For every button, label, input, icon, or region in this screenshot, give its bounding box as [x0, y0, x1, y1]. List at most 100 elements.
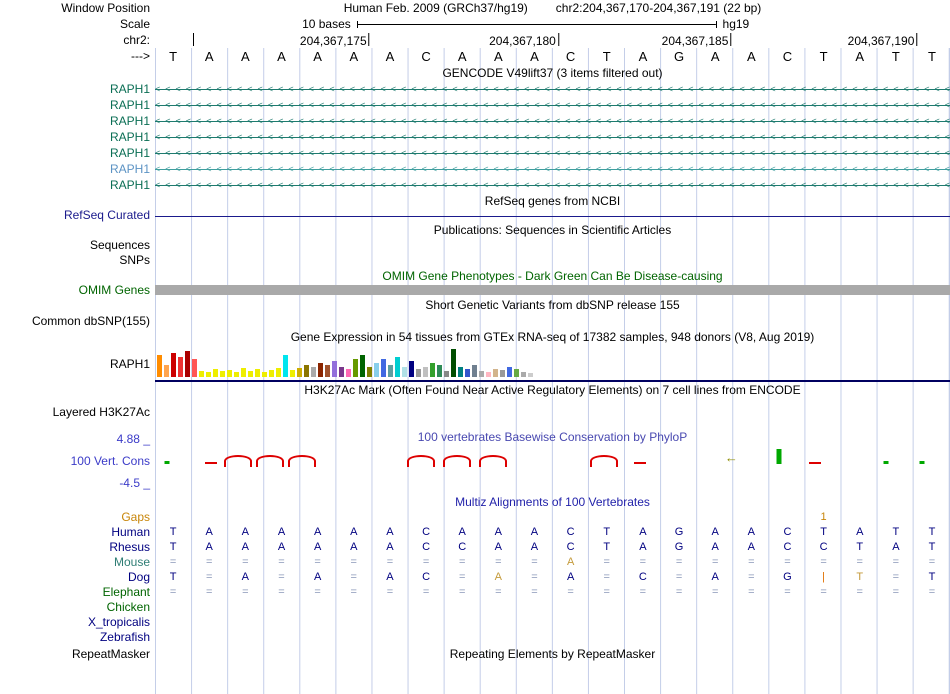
multiz-row-elephant[interactable]: Elephant = = = = = = = = = = = = = = = = = = = = = = — [0, 585, 950, 600]
ruler-row[interactable]: chr2: 204,367,175 204,367,180 204,367,185 2… — [0, 32, 950, 48]
multiz-row-mouse[interactable]: Mouse = = = = = = = = = = = A = = = = = = = = = = — [0, 555, 950, 570]
gencode-gene-track[interactable]: <<<<<<<<<<<<<<<<<<<<<<<<<<<<<<<<<<<<<<<<… — [155, 129, 950, 145]
h3k27ac-track[interactable] — [155, 398, 950, 430]
gtex-bar[interactable] — [472, 365, 477, 377]
snps-row[interactable]: SNPs — [0, 253, 950, 268]
gtex-bar[interactable] — [416, 369, 421, 377]
repeatmasker-label[interactable]: RepeatMasker — [0, 645, 155, 663]
gtex-bar[interactable] — [220, 371, 225, 377]
gtex-bar[interactable] — [248, 371, 253, 377]
gtex-bar[interactable] — [325, 365, 330, 377]
gencode-gene-row[interactable]: RAPH1 <<<<<<<<<<<<<<<<<<<<<<<<<<<<<<<<<<<… — [0, 129, 950, 145]
multiz-row-chicken[interactable]: Chicken — [0, 600, 950, 615]
gencode-gene-row[interactable]: RAPH1 <<<<<<<<<<<<<<<<<<<<<<<<<<<<<<<<<<<… — [0, 145, 950, 161]
conservation-track-label[interactable]: 100 Vert. Cons — [71, 454, 150, 468]
species-label[interactable]: Human — [0, 525, 155, 540]
snps-track[interactable] — [155, 253, 950, 268]
cons-marks[interactable]: ← — [155, 445, 950, 494]
species-label[interactable]: Rhesus — [0, 540, 155, 555]
common-dbsnp-row[interactable]: Common dbSNP(155) — [0, 313, 950, 329]
gencode-gene-track[interactable]: <<<<<<<<<<<<<<<<<<<<<<<<<<<<<<<<<<<<<<<<… — [155, 81, 950, 97]
gencode-gene-label[interactable]: RAPH1 — [0, 177, 155, 193]
gencode-gene-label[interactable]: RAPH1 — [0, 161, 155, 177]
gtex-bar[interactable] — [451, 349, 456, 377]
gtex-bar[interactable] — [402, 367, 407, 377]
gtex-bar[interactable] — [318, 363, 323, 377]
gencode-gene-label[interactable]: RAPH1 — [0, 81, 155, 97]
gencode-gene-label[interactable]: RAPH1 — [0, 129, 155, 145]
gtex-bar[interactable] — [493, 369, 498, 377]
multiz-row-dog[interactable]: Dog T = A = A = A C = A = A = C = A = G | T = T — [0, 570, 950, 585]
gtex-bar[interactable] — [381, 359, 386, 377]
gtex-bar[interactable] — [185, 351, 190, 377]
gencode-gene-track[interactable]: <<<<<<<<<<<<<<<<<<<<<<<<<<<<<<<<<<<<<<<<… — [155, 145, 950, 161]
gencode-gene-row[interactable]: RAPH1 <<<<<<<<<<<<<<<<<<<<<<<<<<<<<<<<<<<… — [0, 161, 950, 177]
gtex-bar[interactable] — [199, 371, 204, 377]
gtex-bar[interactable] — [339, 367, 344, 377]
gtex-bar[interactable] — [486, 372, 491, 377]
gtex-bar[interactable] — [262, 372, 267, 377]
gtex-bar[interactable] — [290, 370, 295, 377]
gtex-bar[interactable] — [521, 372, 526, 377]
gtex-bar[interactable] — [437, 365, 442, 377]
refseq-curated-track[interactable] — [155, 209, 950, 222]
gtex-bar[interactable] — [171, 353, 176, 377]
sequences-track[interactable] — [155, 238, 950, 253]
gtex-gene-label[interactable]: RAPH1 — [0, 346, 155, 382]
gtex-bar[interactable] — [367, 367, 372, 377]
refseq-curated-label[interactable]: RefSeq Curated — [0, 209, 155, 222]
gtex-bar[interactable] — [374, 363, 379, 377]
gtex-bar[interactable] — [311, 367, 316, 377]
common-dbsnp-track[interactable] — [155, 313, 950, 329]
gtex-bar[interactable] — [479, 371, 484, 377]
gtex-bar[interactable] — [346, 369, 351, 377]
gtex-bar[interactable] — [388, 365, 393, 377]
snps-label[interactable]: SNPs — [0, 253, 155, 268]
conservation-label-column[interactable]: 4.88 _ 100 Vert. Cons -4.5 _ — [0, 430, 155, 494]
gtex-bar[interactable] — [283, 355, 288, 377]
base-row[interactable]: ---> T A A A A A A C A A A C T A G A A C T A T T — [0, 48, 950, 65]
species-label[interactable]: Elephant — [0, 585, 155, 600]
gtex-bar[interactable] — [276, 368, 281, 377]
sequences-label[interactable]: Sequences — [0, 238, 155, 253]
gtex-bar[interactable] — [304, 365, 309, 377]
gtex-bar[interactable] — [234, 372, 239, 377]
species-label[interactable]: Chicken — [0, 600, 155, 615]
gencode-gene-row[interactable]: RAPH1 <<<<<<<<<<<<<<<<<<<<<<<<<<<<<<<<<<<… — [0, 177, 950, 193]
gencode-gene-row[interactable]: RAPH1 <<<<<<<<<<<<<<<<<<<<<<<<<<<<<<<<<<<… — [0, 97, 950, 113]
gencode-gene-track[interactable]: <<<<<<<<<<<<<<<<<<<<<<<<<<<<<<<<<<<<<<<<… — [155, 113, 950, 129]
gencode-gene-row[interactable]: RAPH1 <<<<<<<<<<<<<<<<<<<<<<<<<<<<<<<<<<<… — [0, 113, 950, 129]
gtex-bar[interactable] — [360, 355, 365, 377]
species-label[interactable]: Gaps — [0, 510, 155, 525]
omim-bar[interactable] — [155, 285, 950, 295]
gencode-gene-track[interactable]: <<<<<<<<<<<<<<<<<<<<<<<<<<<<<<<<<<<<<<<<… — [155, 161, 950, 177]
h3k27ac-row[interactable]: Layered H3K27Ac — [0, 398, 950, 430]
h3k27ac-label[interactable]: Layered H3K27Ac — [0, 398, 155, 430]
species-label[interactable]: X_tropicalis — [0, 615, 155, 630]
multiz-row-x_tropicalis[interactable]: X_tropicalis — [0, 615, 950, 630]
refseq-curated-row[interactable]: RefSeq Curated — [0, 209, 950, 222]
sequences-row[interactable]: Sequences — [0, 238, 950, 253]
omim-genes-track[interactable] — [155, 284, 950, 297]
gtex-bar[interactable] — [465, 369, 470, 377]
gtex-bar[interactable] — [500, 370, 505, 377]
gtex-bar[interactable] — [430, 363, 435, 377]
omim-genes-row[interactable]: OMIM Genes — [0, 284, 950, 297]
conservation-section[interactable]: 4.88 _ 100 Vert. Cons -4.5 _ 100 vertebr… — [0, 430, 950, 494]
gencode-gene-track[interactable]: <<<<<<<<<<<<<<<<<<<<<<<<<<<<<<<<<<<<<<<<… — [155, 177, 950, 193]
gtex-bar[interactable] — [395, 357, 400, 377]
gtex-bar[interactable] — [206, 372, 211, 377]
species-label[interactable]: Mouse — [0, 555, 155, 570]
gencode-gene-label[interactable]: RAPH1 — [0, 113, 155, 129]
ruler-main[interactable]: 204,367,175 204,367,180 204,367,185 204,367… — [155, 32, 950, 48]
gtex-track[interactable] — [155, 346, 950, 382]
repeatmasker-row[interactable]: RepeatMasker Repeating Elements by Repea… — [0, 645, 950, 663]
gtex-bar[interactable] — [297, 368, 302, 377]
gtex-bar[interactable] — [528, 373, 533, 377]
common-dbsnp-label[interactable]: Common dbSNP(155) — [0, 313, 155, 329]
gtex-bar[interactable] — [213, 369, 218, 377]
multiz-row-gaps[interactable]: Gaps 1 — [0, 510, 950, 525]
gtex-bar[interactable] — [164, 365, 169, 377]
multiz-row-human[interactable]: Human T A A A A A A C A A A C T A G A A C T A T T — [0, 525, 950, 540]
gtex-bar[interactable] — [241, 368, 246, 377]
